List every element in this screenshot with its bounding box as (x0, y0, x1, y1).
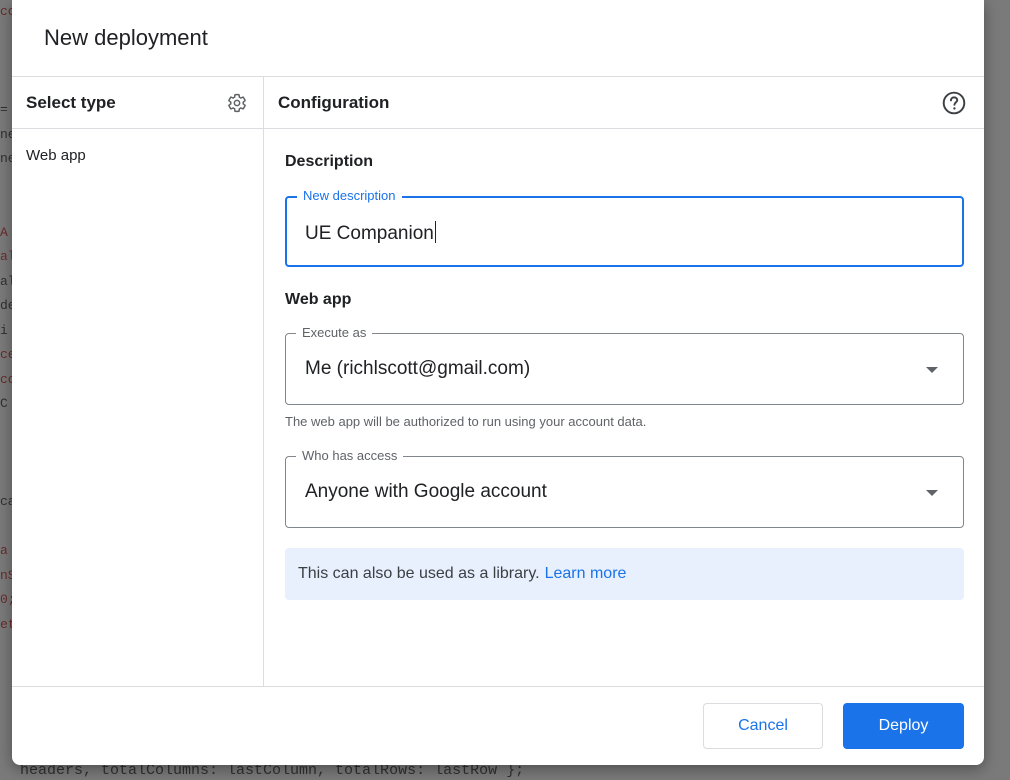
select-type-title: Select type (26, 92, 116, 112)
description-value: UE Companion (305, 223, 434, 244)
select-type-header: Select type (12, 77, 263, 129)
backdrop-code-fragment: de (0, 298, 12, 313)
backdrop-code-fragment: ce (0, 347, 12, 362)
text-caret (434, 221, 437, 243)
backdrop-code-fragment: et (0, 616, 12, 632)
backdrop-code-fragment (0, 74, 12, 99)
backdrop-code-fragment: i (0, 322, 8, 338)
backdrop-code-fragment: al (0, 273, 12, 289)
chevron-down-icon (926, 490, 938, 496)
web-app-heading: Web app (285, 291, 352, 308)
backdrop-code-fragment (0, 466, 12, 491)
backdrop-code-fragment: ne (0, 151, 12, 166)
library-info-banner: This can also be used as a library. Lear… (285, 548, 964, 600)
backdrop-code-fragment: co (0, 371, 12, 387)
description-field[interactable]: New description UE Companion (285, 188, 964, 267)
help-circle-icon[interactable] (940, 89, 968, 117)
dialog-header: New deployment (12, 0, 984, 77)
who-has-access-select[interactable]: Who has access Anyone with Google accoun… (285, 448, 964, 528)
backdrop-code-fragment (0, 172, 12, 197)
backdrop-code-fragment: 0; (0, 592, 12, 607)
who-has-access-label: Who has access (296, 448, 404, 464)
configuration-header: Configuration (264, 77, 984, 129)
backdrop-code-editor: cc = ne ne Aal al de i ce co C ca a nS 0; et (0, 0, 12, 780)
backdrop-code-fragment (0, 417, 12, 442)
backdrop-code-fragment (0, 196, 12, 221)
configuration-title: Configuration (278, 92, 390, 112)
new-deployment-dialog: New deployment Select type Web app Confi… (12, 0, 984, 765)
backdrop-code-fragment: al (0, 249, 12, 264)
chevron-down-icon (926, 367, 938, 373)
backdrop-code-fragment (0, 49, 12, 74)
deploy-button[interactable]: Deploy (843, 703, 964, 749)
execute-as-value: Me (richlscott@gmail.com) (305, 358, 531, 379)
execute-as-helper-text: The web app will be authorized to run us… (285, 414, 647, 429)
backdrop-code-fragment: cc (0, 4, 12, 19)
learn-more-link[interactable]: Learn more (545, 565, 627, 583)
configuration-pane: Configuration Description New descriptio… (264, 77, 984, 686)
description-field-label: New description (297, 188, 402, 204)
description-input[interactable]: UE Companion (305, 221, 437, 245)
execute-as-select[interactable]: Execute as Me (richlscott@gmail.com) (285, 325, 964, 405)
cancel-button[interactable]: Cancel (703, 703, 823, 749)
library-info-text: This can also be used as a library. (298, 565, 540, 582)
backdrop-code-fragment: ne (0, 126, 12, 142)
dialog-footer: Cancel Deploy (12, 686, 984, 765)
backdrop-code-fragment (0, 515, 12, 540)
backdrop-code-fragment (0, 637, 12, 662)
execute-as-label: Execute as (296, 325, 373, 341)
dialog-body: Select type Web app Configuration Descri… (12, 77, 984, 686)
type-item-web-app[interactable]: Web app (12, 129, 263, 164)
who-has-access-value: Anyone with Google account (305, 481, 547, 502)
select-type-pane: Select type Web app (12, 77, 264, 686)
backdrop-code-fragment: C (0, 396, 8, 411)
backdrop-code-fragment: = (0, 102, 8, 117)
backdrop-code-fragment (0, 441, 12, 466)
backdrop-code-fragment: ca (0, 494, 12, 509)
gear-icon[interactable] (226, 92, 248, 114)
backdrop-code-fragment (0, 25, 12, 50)
backdrop-code-fragment: a (0, 543, 8, 558)
description-heading: Description (285, 153, 374, 170)
dialog-title: New deployment (44, 25, 208, 50)
backdrop-code-fragment: nS (0, 567, 12, 583)
backdrop-code-fragment: A (0, 224, 8, 240)
